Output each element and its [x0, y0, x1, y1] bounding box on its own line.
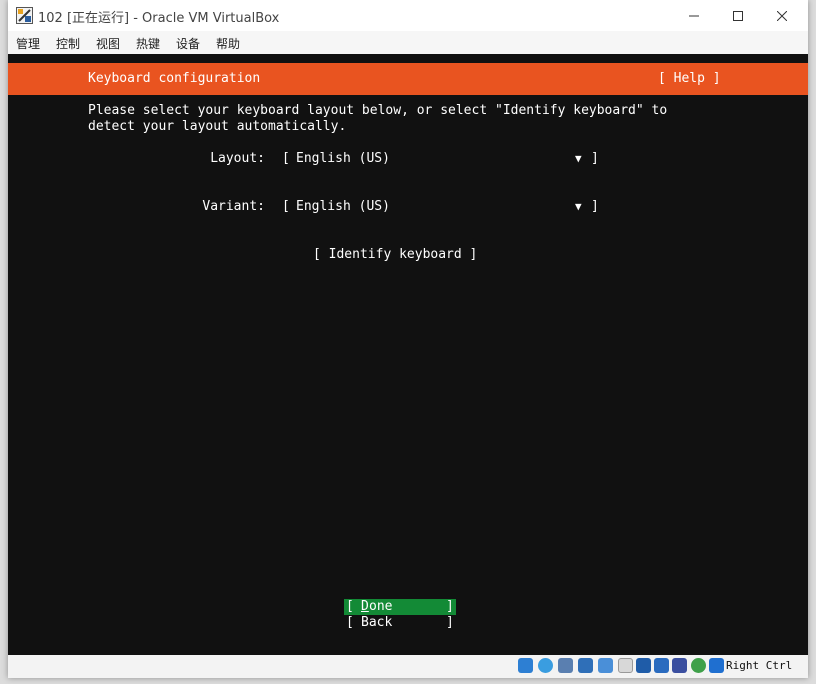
- layout-bracket-open: [: [282, 151, 290, 166]
- hard-disk-icon[interactable]: [518, 658, 533, 673]
- variant-value: English (US): [296, 199, 390, 214]
- variant-label: Variant:: [202, 199, 265, 214]
- close-button[interactable]: [760, 0, 804, 31]
- intro-line-1: Please select your keyboard layout below…: [88, 103, 668, 118]
- optical-disk-icon[interactable]: [538, 658, 553, 673]
- menu-manage[interactable]: 管理: [16, 35, 40, 52]
- done-bracket-open: [: [346, 599, 362, 614]
- installer-header: Keyboard configuration [ Help ]: [8, 63, 808, 95]
- intro-line-2: detect your layout automatically.: [88, 119, 347, 134]
- done-bracket-close: ]: [446, 599, 454, 614]
- menu-help[interactable]: 帮助: [216, 35, 240, 52]
- done-hotkey: D: [361, 599, 369, 614]
- menu-devices[interactable]: 设备: [176, 35, 200, 52]
- layout-value: English (US): [296, 151, 390, 166]
- vt-x-icon[interactable]: [672, 658, 687, 673]
- back-bracket-close: ]: [446, 615, 454, 630]
- virtualbox-app-icon: [16, 7, 33, 24]
- menu-hotkeys[interactable]: 热键: [136, 35, 160, 52]
- audio-icon[interactable]: [558, 658, 573, 673]
- usb-icon[interactable]: [598, 658, 613, 673]
- back-button[interactable]: [ Back ]: [344, 615, 456, 631]
- done-label: one: [369, 599, 393, 614]
- layout-bracket-close: ]: [591, 151, 599, 166]
- maximize-icon: [733, 10, 743, 21]
- virtualbox-window: 102 [正在运行] - Oracle VM VirtualBox 管理 控制 …: [8, 0, 808, 678]
- back-label: Back: [361, 615, 393, 630]
- minimize-button[interactable]: [672, 0, 716, 31]
- close-icon: [777, 10, 787, 21]
- recording-icon[interactable]: [654, 658, 669, 673]
- back-bracket-open: [: [346, 615, 362, 630]
- help-button[interactable]: [ Help ]: [658, 71, 721, 87]
- maximize-button[interactable]: [716, 0, 760, 31]
- layout-dropdown-icon: ▼: [575, 152, 582, 165]
- title-bar[interactable]: 102 [正在运行] - Oracle VM VirtualBox: [8, 0, 808, 31]
- identify-keyboard-button[interactable]: [ Identify keyboard ]: [313, 247, 477, 263]
- guest-additions-icon[interactable]: [691, 658, 706, 673]
- window-title: 102 [正在运行] - Oracle VM VirtualBox: [38, 11, 280, 26]
- vm-display[interactable]: Keyboard configuration [ Help ] Please s…: [8, 54, 808, 655]
- mouse-integration-icon[interactable]: [709, 658, 724, 673]
- status-bar: Right Ctrl: [8, 655, 808, 678]
- host-key-label: Right Ctrl: [726, 659, 793, 672]
- menu-bar: 管理 控制 视图 热键 设备 帮助: [8, 31, 808, 54]
- variant-bracket-close: ]: [591, 199, 599, 214]
- network-icon[interactable]: [578, 658, 593, 673]
- page-title: Keyboard configuration: [88, 71, 261, 86]
- variant-bracket-open: [: [282, 199, 290, 214]
- menu-control[interactable]: 控制: [56, 35, 80, 52]
- menu-view[interactable]: 视图: [96, 35, 120, 52]
- variant-dropdown-icon: ▼: [575, 200, 582, 213]
- layout-label: Layout:: [210, 151, 265, 166]
- done-button[interactable]: [ D one ]: [344, 599, 456, 615]
- display-icon[interactable]: [636, 658, 651, 673]
- minimize-icon: [689, 15, 699, 16]
- shared-folder-icon[interactable]: [618, 658, 633, 673]
